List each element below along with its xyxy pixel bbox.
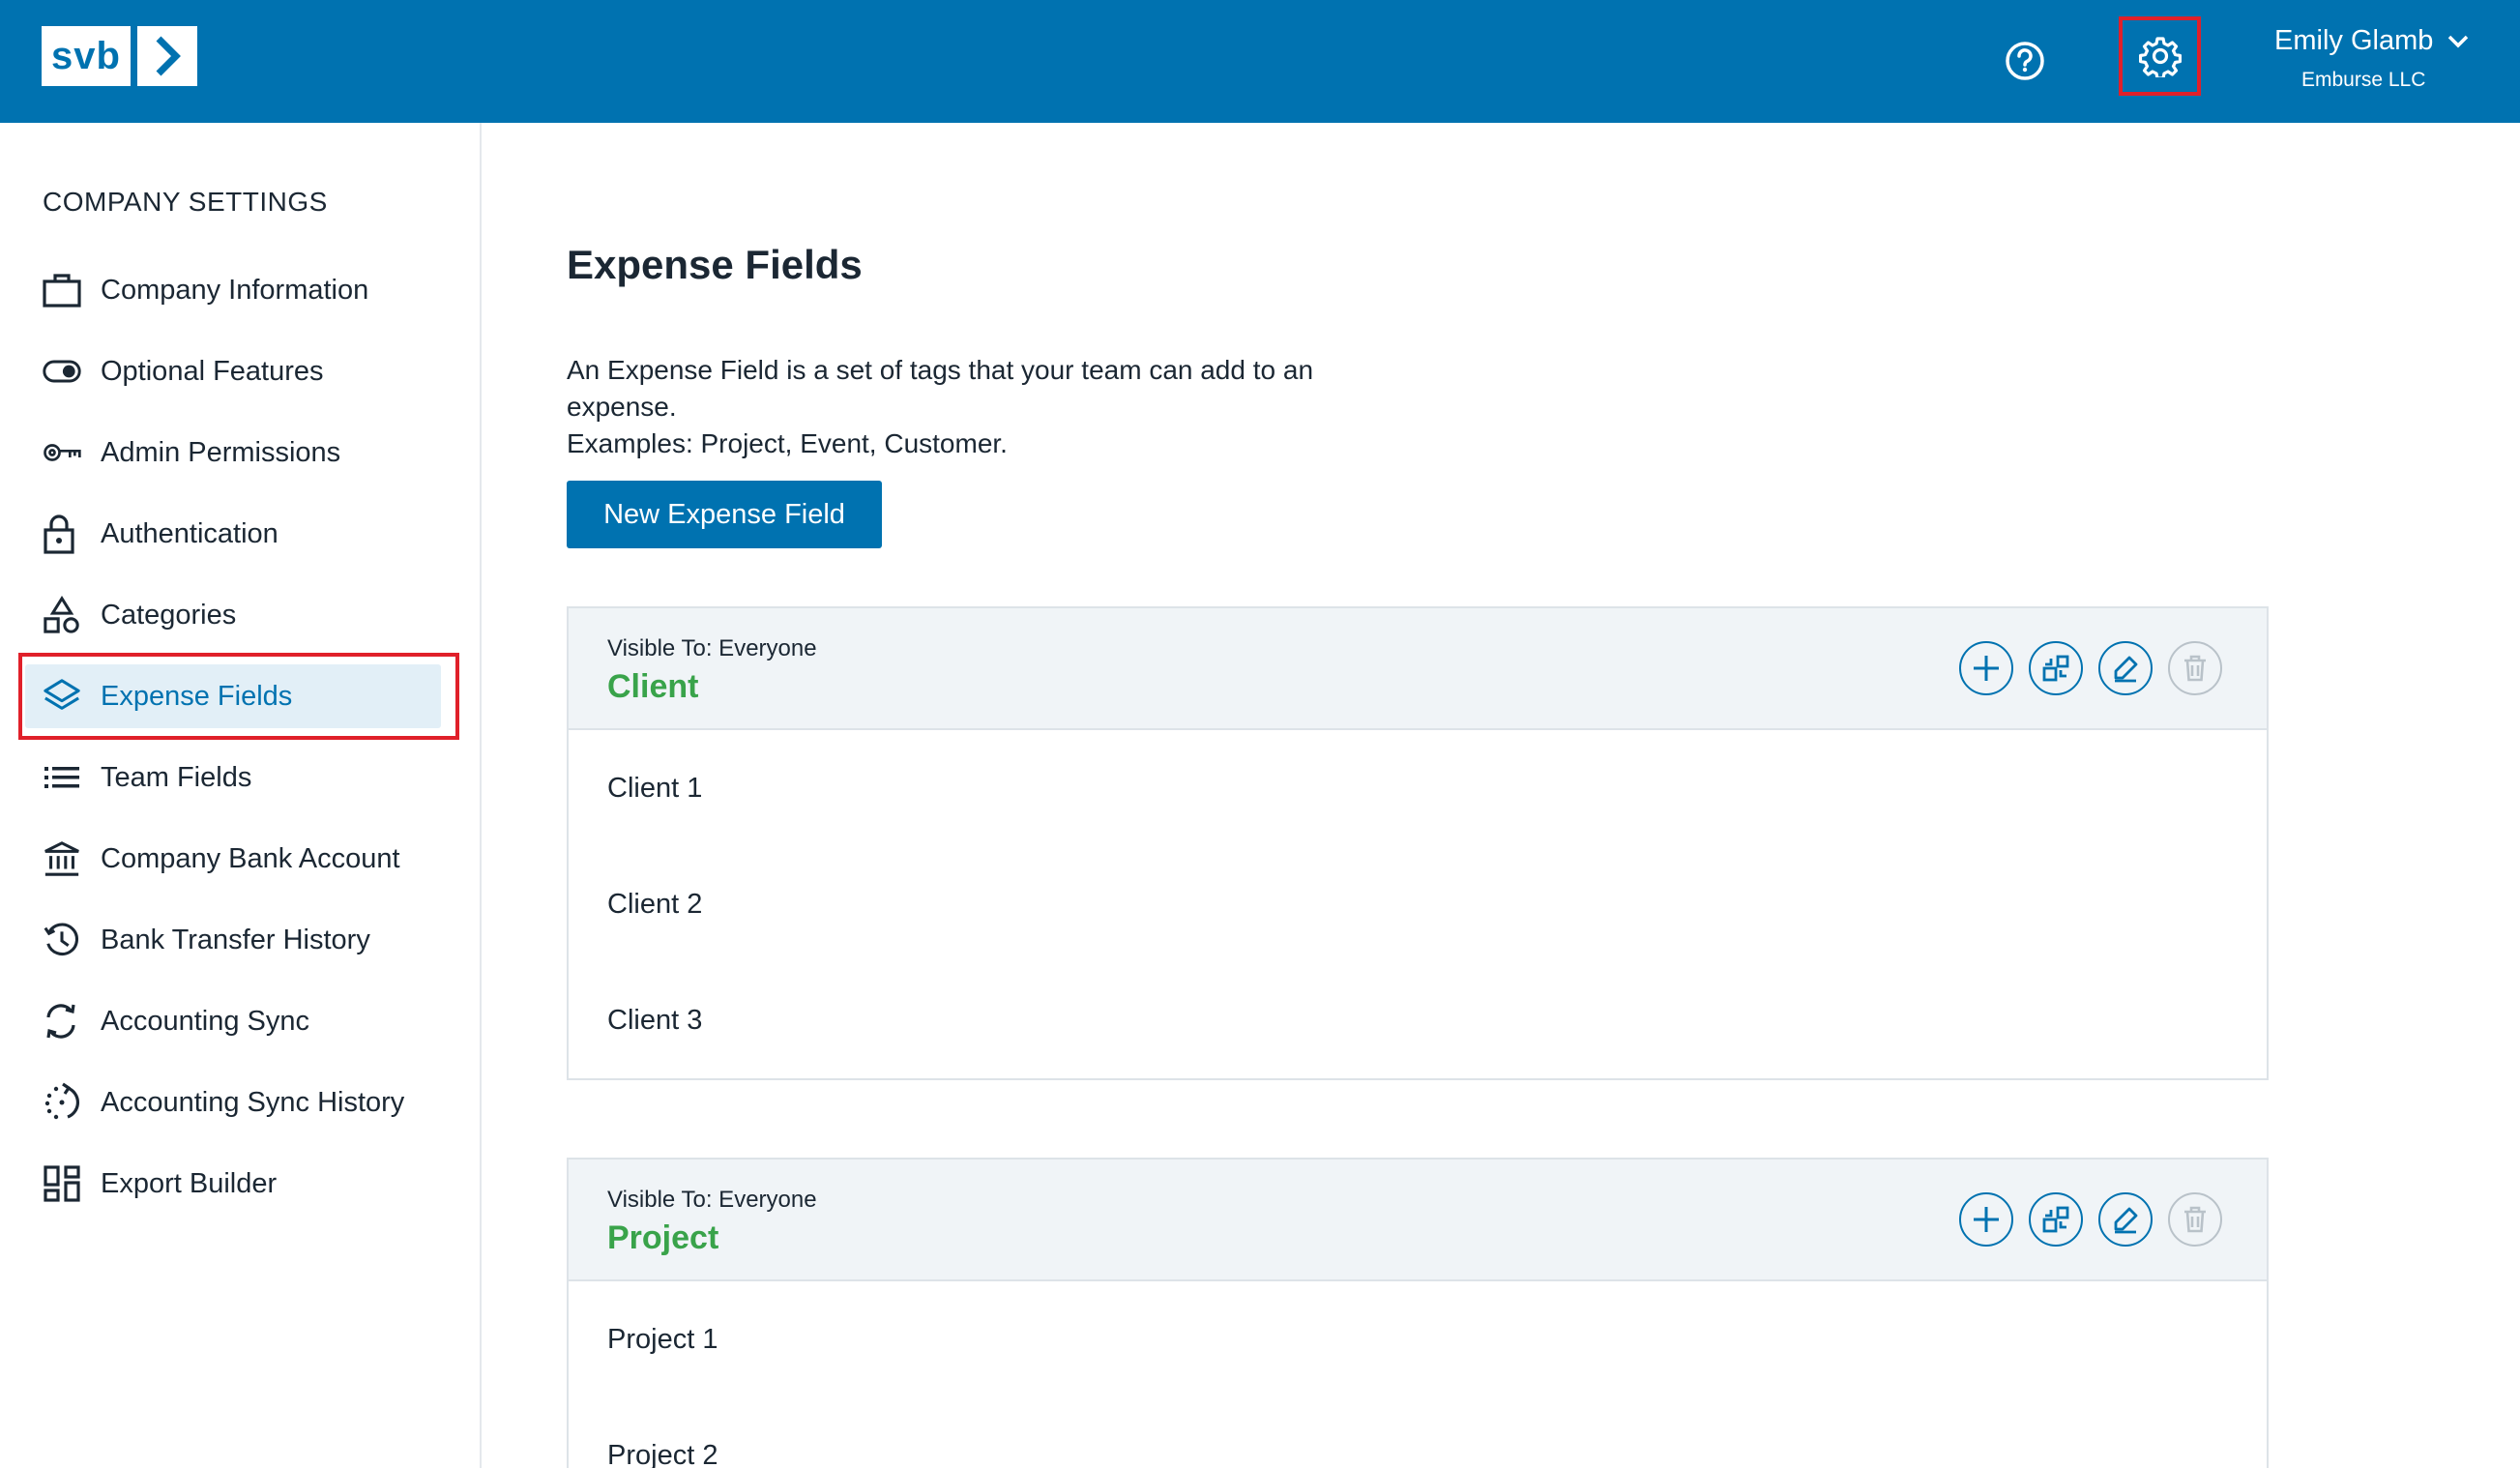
card-header: Visible To: Everyone Client bbox=[569, 608, 2267, 730]
settings-button[interactable] bbox=[2119, 16, 2201, 96]
sidebar-heading: COMPANY SETTINGS bbox=[43, 187, 328, 217]
import-tags-button[interactable] bbox=[2029, 641, 2083, 695]
top-header: svb Emily Glamb Emburse LLC bbox=[0, 0, 2520, 123]
import-icon bbox=[2042, 655, 2069, 682]
add-tag-button[interactable] bbox=[1959, 1192, 2013, 1247]
sidebar-item-label: Accounting Sync bbox=[101, 1005, 310, 1037]
sidebar-item-accounting-sync-history[interactable]: Accounting Sync History bbox=[25, 1071, 441, 1134]
sidebar-item-label: Team Fields bbox=[101, 761, 252, 793]
list-icon bbox=[25, 764, 81, 791]
sidebar-item-company-bank-account[interactable]: Company Bank Account bbox=[25, 827, 441, 891]
bank-icon bbox=[25, 838, 81, 879]
intro-text: An Expense Field is a set of tags that y… bbox=[567, 352, 1398, 462]
active-item-highlight bbox=[18, 653, 459, 740]
sidebar-item-accounting-sync[interactable]: Accounting Sync bbox=[25, 989, 441, 1053]
sidebar-item-label: Export Builder bbox=[101, 1167, 278, 1199]
chevron-down-icon bbox=[2448, 35, 2469, 47]
card-actions bbox=[1959, 641, 2222, 695]
tag-row[interactable]: Project 2 bbox=[569, 1397, 2267, 1468]
card-header: Visible To: Everyone Project bbox=[569, 1160, 2267, 1281]
edit-field-button[interactable] bbox=[2098, 641, 2153, 695]
expense-field-card-project: Visible To: Everyone Project Project 1 P… bbox=[567, 1158, 2269, 1468]
briefcase-icon bbox=[25, 273, 81, 308]
tag-row[interactable]: Client 3 bbox=[569, 962, 2267, 1078]
sidebar-item-optional-features[interactable]: Optional Features bbox=[25, 339, 441, 403]
field-name: Client bbox=[607, 668, 699, 705]
page-title: Expense Fields bbox=[567, 242, 863, 287]
grid-icon bbox=[25, 1164, 81, 1203]
sidebar-item-export-builder[interactable]: Export Builder bbox=[25, 1152, 441, 1216]
pencil-icon bbox=[2114, 1207, 2138, 1234]
help-icon bbox=[2006, 42, 2044, 80]
help-button[interactable] bbox=[1990, 26, 2060, 96]
sidebar-item-team-fields[interactable]: Team Fields bbox=[25, 746, 441, 809]
tag-row[interactable]: Client 1 bbox=[569, 730, 2267, 846]
edit-field-button[interactable] bbox=[2098, 1192, 2153, 1247]
card-actions bbox=[1959, 1192, 2222, 1247]
delete-field-button[interactable] bbox=[2168, 1192, 2222, 1247]
history-icon bbox=[25, 920, 81, 960]
user-name: Emily Glamb bbox=[2274, 25, 2434, 56]
import-icon bbox=[2042, 1206, 2069, 1233]
tag-row[interactable]: Client 2 bbox=[569, 846, 2267, 962]
gear-icon bbox=[2138, 37, 2182, 77]
sidebar-item-label: Admin Permissions bbox=[101, 436, 341, 468]
sidebar-item-label: Company Information bbox=[101, 274, 369, 306]
toggle-icon bbox=[25, 358, 81, 385]
sidebar-item-label: Accounting Sync History bbox=[101, 1086, 405, 1118]
user-menu[interactable]: Emily Glamb Emburse LLC bbox=[2274, 25, 2497, 92]
settings-sidebar: COMPANY SETTINGS Company Information Opt… bbox=[0, 123, 482, 1468]
user-company: Emburse LLC bbox=[2301, 69, 2426, 91]
svb-logo[interactable]: svb bbox=[42, 26, 197, 86]
sidebar-item-label: Authentication bbox=[101, 517, 278, 549]
pencil-icon bbox=[2114, 656, 2138, 683]
lock-icon bbox=[25, 514, 81, 554]
shapes-icon bbox=[25, 595, 81, 635]
sidebar-item-categories[interactable]: Categories bbox=[25, 583, 441, 647]
sync-icon bbox=[25, 1001, 81, 1042]
intro-line-1: An Expense Field is a set of tags that y… bbox=[567, 355, 1314, 422]
sidebar-item-label: Company Bank Account bbox=[101, 842, 400, 874]
visibility-label: Visible To: Everyone bbox=[607, 1187, 817, 1213]
import-tags-button[interactable] bbox=[2029, 1192, 2083, 1247]
plus-icon bbox=[1974, 656, 1999, 681]
logo-chevron-icon bbox=[137, 26, 197, 86]
visibility-label: Visible To: Everyone bbox=[607, 635, 817, 661]
plus-icon bbox=[1974, 1207, 1999, 1232]
logo-text: svb bbox=[42, 26, 131, 86]
sync-history-icon bbox=[25, 1082, 81, 1123]
trash-icon bbox=[2184, 655, 2206, 682]
delete-field-button[interactable] bbox=[2168, 641, 2222, 695]
intro-line-2: Examples: Project, Event, Customer. bbox=[567, 428, 1008, 458]
trash-icon bbox=[2184, 1206, 2206, 1233]
add-tag-button[interactable] bbox=[1959, 641, 2013, 695]
key-icon bbox=[25, 438, 81, 467]
sidebar-item-label: Bank Transfer History bbox=[101, 924, 370, 955]
tag-row[interactable]: Project 1 bbox=[569, 1281, 2267, 1397]
field-name: Project bbox=[607, 1219, 719, 1256]
sidebar-item-bank-transfer-history[interactable]: Bank Transfer History bbox=[25, 908, 441, 972]
new-expense-field-button[interactable]: New Expense Field bbox=[567, 481, 882, 548]
sidebar-item-authentication[interactable]: Authentication bbox=[25, 502, 441, 566]
sidebar-item-admin-permissions[interactable]: Admin Permissions bbox=[25, 421, 441, 484]
sidebar-item-label: Categories bbox=[101, 599, 237, 631]
expense-field-card-client: Visible To: Everyone Client Client 1 Cli… bbox=[567, 606, 2269, 1080]
sidebar-item-company-information[interactable]: Company Information bbox=[25, 258, 441, 322]
sidebar-item-label: Optional Features bbox=[101, 355, 324, 387]
